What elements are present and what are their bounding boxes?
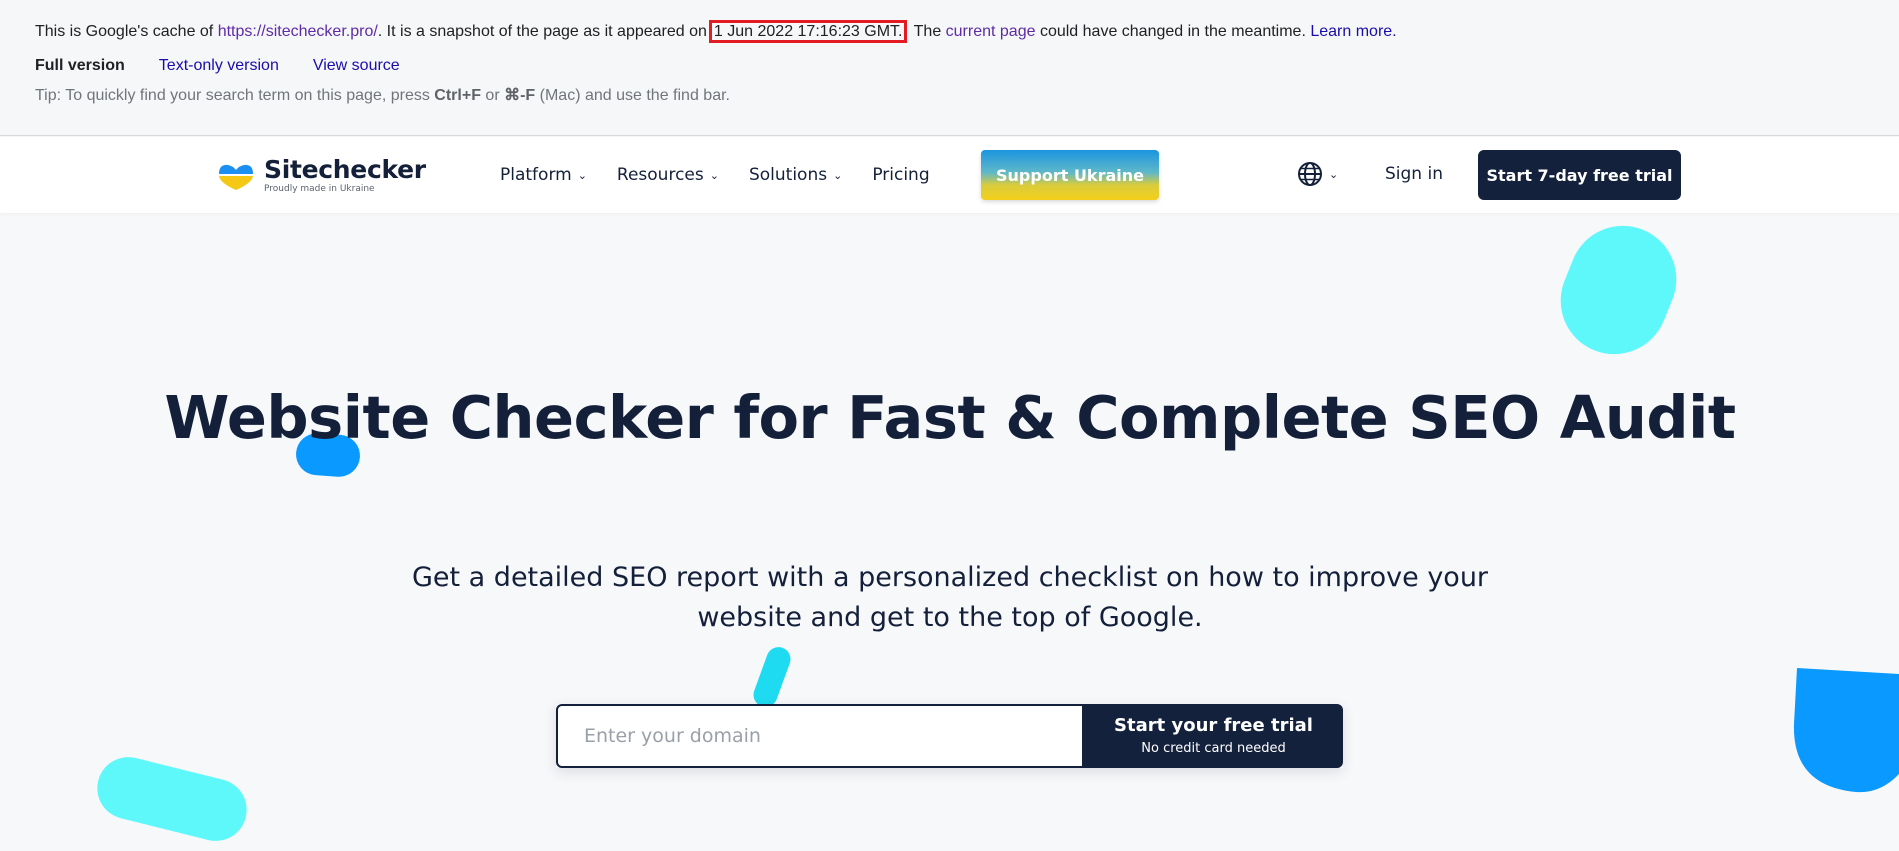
google-cache-banner: This is Google's cache of https://sitech… [0,0,1899,136]
cache-notice-suffix: could have changed in the meantime. [1035,23,1311,40]
tip-suffix: (Mac) and use the find bar. [535,87,730,104]
support-ukraine-button[interactable]: Support Ukraine [981,150,1159,200]
submit-label: Start your free trial [1114,715,1313,736]
decorative-cyan-blob-top-right [1544,209,1693,371]
globe-icon [1298,162,1322,186]
decorative-cyan-pill-bottom-left [90,750,254,848]
start-trial-button[interactable]: Start 7-day free trial [1478,150,1681,200]
sign-in-link[interactable]: Sign in [1385,164,1443,184]
cache-notice-the: The [909,23,946,40]
decorative-blue-drop-bottom-right [1793,668,1899,793]
cache-notice: This is Google's cache of https://sitech… [35,20,1397,43]
cached-url-link[interactable]: https://sitechecker.pro/ [218,23,378,40]
submit-note: No credit card needed [1141,741,1286,756]
cache-date-highlight: 1 Jun 2022 17:16:23 GMT. [708,20,908,43]
full-version-label: Full version [35,57,125,74]
current-page-link[interactable]: current page [946,23,1036,40]
text-only-version-link[interactable]: Text-only version [159,57,279,74]
nav-solutions-label: Solutions [748,165,828,185]
heart-logo-icon [219,164,253,190]
sitechecker-logo[interactable]: Sitechecker Proudly made in Ukraine [218,155,426,197]
learn-more-link[interactable]: Learn more. [1310,23,1396,40]
tip-prefix: Tip: To quickly find your search term on… [35,87,435,104]
nav-resources-label: Resources [616,165,704,185]
cache-notice-prefix: This is Google's cache of [35,23,218,40]
nav-resources[interactable]: Resources ⌄ [617,165,719,185]
start-free-trial-button[interactable]: Start your free trial No credit card nee… [1084,704,1343,768]
nav-platform[interactable]: Platform ⌄ [500,165,587,185]
cache-notice-middle: . It is a snapshot of the page as it app… [377,23,707,40]
nav-solutions[interactable]: Solutions ⌄ [749,165,842,185]
chevron-down-icon: ⌄ [577,168,587,182]
nav-platform-label: Platform [500,165,572,185]
domain-input[interactable] [556,704,1084,768]
logo-text: Sitechecker Proudly made in Ukraine [264,157,426,195]
domain-check-form: Start your free trial No credit card nee… [556,704,1343,768]
view-source-link[interactable]: View source [313,57,400,74]
chevron-down-icon: ⌄ [1329,168,1339,181]
hero-subtitle: Get a detailed SEO report with a persona… [411,562,1489,633]
logo-name: Sitechecker [264,155,426,184]
tip-key-ctrl-f: Ctrl+F [434,87,481,104]
hero-title: Website Checker for Fast & Complete SEO … [164,383,1736,452]
chevron-down-icon: ⌄ [709,168,719,182]
language-selector[interactable]: ⌄ [1297,161,1338,187]
decorative-cyan-stick [750,643,794,711]
cache-version-links: Full version Text-only version View source [35,56,434,76]
nav-pricing[interactable]: Pricing [872,165,929,185]
logo-tagline: Proudly made in Ukraine [264,184,375,194]
site-header: Sitechecker Proudly made in Ukraine Plat… [0,137,1899,213]
main-nav: Platform ⌄ Resources ⌄ Solutions ⌄ Prici… [500,137,960,213]
chevron-down-icon: ⌄ [833,168,843,182]
tip-key-cmd-f: ⌘-F [504,87,536,104]
nav-pricing-label: Pricing [872,165,930,185]
tip-or: or [480,87,505,104]
cache-tip: Tip: To quickly find your search term on… [35,86,730,106]
